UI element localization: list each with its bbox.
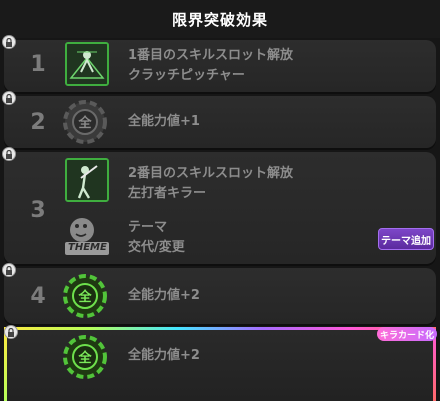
row-number: 4	[30, 284, 46, 309]
row-number: 2	[30, 110, 46, 135]
row-number: 1	[30, 52, 46, 77]
lock-icon	[4, 325, 18, 339]
row-number: 3	[30, 198, 46, 223]
stat-up-icon: 全	[62, 273, 108, 319]
stat-up-icon: 全	[62, 334, 108, 380]
row-desc-line1: 1番目のスキルスロット解放	[128, 48, 294, 63]
lock-icon	[2, 91, 16, 105]
row-desc-line1: 全能力値+2	[128, 348, 200, 363]
pitcher-card-icon	[65, 42, 109, 86]
row-desc-line1: 全能力値+2	[128, 288, 200, 303]
theme-icon-label: THEME	[68, 242, 107, 253]
lock-icon	[2, 147, 16, 161]
row-desc-line2: 左打者キラー	[128, 186, 207, 201]
lock-icon	[2, 263, 16, 277]
row-desc-line1: 2番目のスキルスロット解放	[128, 166, 294, 181]
row-desc-line1: 全能力値+1	[128, 114, 200, 129]
add-theme-button[interactable]: テーマ追加	[378, 228, 434, 250]
batter-card-icon	[65, 158, 109, 202]
stat-icon-glyph: 全	[77, 115, 92, 131]
limit-break-row-4: 4 全 全能力値+2	[2, 263, 436, 324]
stat-icon-glyph: 全	[77, 289, 92, 305]
kira-rainbow-border	[4, 327, 436, 330]
stat-up-icon: 全	[62, 99, 108, 145]
lock-icon	[2, 35, 16, 49]
page-title: 限界突破効果	[171, 10, 268, 29]
kira-card-badge: キラカード化	[377, 327, 437, 341]
limit-break-row-1: 1 1番目のスキルスロット解放 クラッチピッチャー	[2, 35, 436, 92]
limit-break-row-2: 2 全 全能力値+1	[2, 91, 436, 148]
stat-icon-glyph: 全	[77, 350, 92, 366]
kira-border-left	[4, 329, 7, 401]
header-bar: 限界突破効果	[0, 0, 440, 38]
limit-break-row-3: 3 2番目のスキルスロット解放 左打者キラー THEME テーマ 交代/変更 テ…	[2, 147, 436, 264]
theme-icon: THEME	[64, 216, 110, 256]
row-desc-line2: クラッチピッチャー	[128, 68, 245, 83]
theme-title: テーマ	[128, 220, 168, 235]
theme-value: 交代/変更	[128, 240, 185, 255]
limit-break-row-5: 全 全能力値+2	[4, 330, 436, 401]
